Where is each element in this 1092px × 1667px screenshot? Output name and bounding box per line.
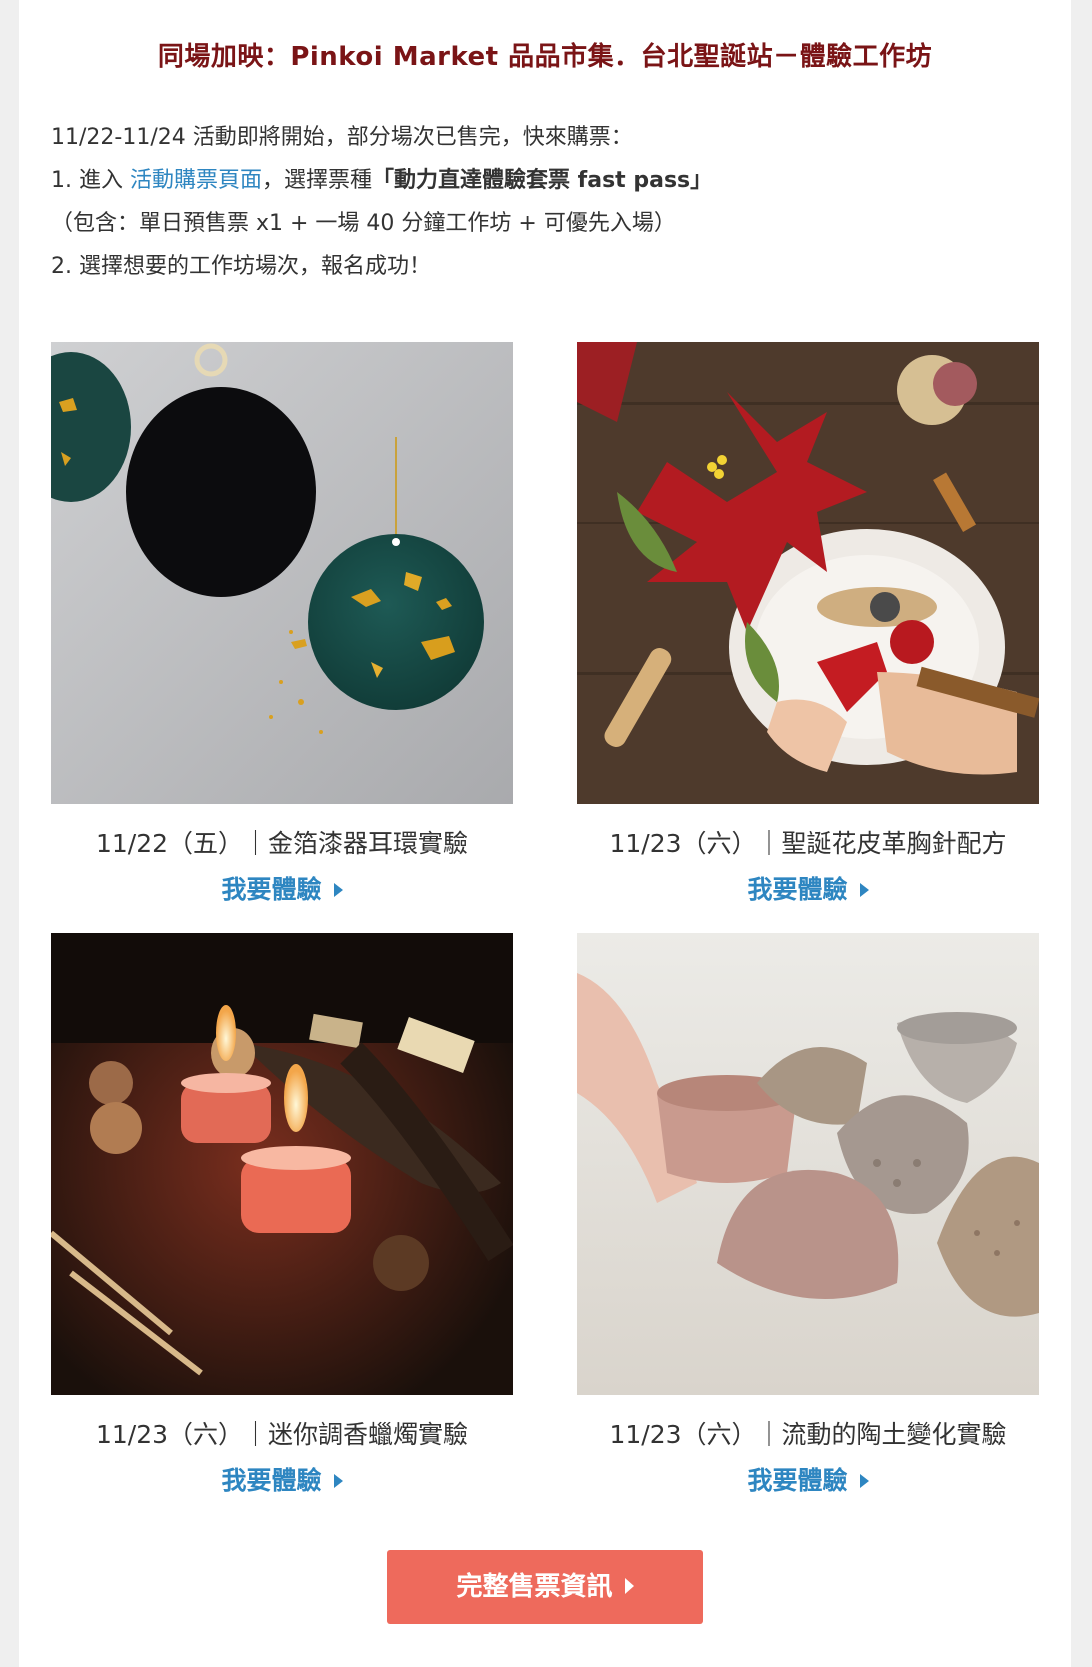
candles-image bbox=[51, 933, 513, 1395]
caret-right-icon bbox=[624, 1578, 634, 1594]
join-workshop-label: 我要體驗 bbox=[221, 1466, 322, 1495]
caret-right-icon bbox=[859, 1474, 869, 1488]
join-workshop-label: 我要體驗 bbox=[747, 1466, 848, 1495]
workshop-card-candles: 11/23（六）｜迷你調香蠟燭實驗 我要體驗 bbox=[51, 933, 513, 1497]
workshop-card-earrings: 11/22（五）｜金箔漆器耳環實驗 我要體驗 bbox=[51, 342, 513, 906]
intro-line-2: 1. 進入 活動購票頁面，選擇票種「動力直達體驗套票 fast pass」 bbox=[51, 159, 1041, 202]
section-heading: 同場加映：Pinkoi Market 品品市集．台北聖誕站－體驗工作坊 bbox=[157, 42, 933, 72]
caret-right-icon bbox=[859, 883, 869, 897]
full-ticket-info-label: 完整售票資訊 bbox=[456, 1572, 613, 1602]
join-workshop-link[interactable]: 我要體驗 bbox=[577, 870, 1039, 906]
join-workshop-link[interactable]: 我要體驗 bbox=[51, 1461, 513, 1497]
join-workshop-link[interactable]: 我要體驗 bbox=[577, 1461, 1039, 1497]
ticket-page-link[interactable]: 活動購票頁面 bbox=[130, 168, 262, 193]
workshop-card-pottery: 11/23（六）｜流動的陶土變化實驗 我要體驗 bbox=[577, 933, 1039, 1497]
intro-line-3: （包含：單日預售票 x1 + 一場 40 分鐘工作坊 + 可優先入場） bbox=[51, 211, 676, 236]
intro-text: 11/22-11/24 活動即將開始，部分場次已售完，快來購票： 1. 進入 活… bbox=[51, 116, 1041, 288]
full-ticket-info-button[interactable]: 完整售票資訊 bbox=[387, 1550, 703, 1624]
pottery-image bbox=[577, 933, 1039, 1395]
brooch-image bbox=[577, 342, 1039, 804]
ticket-type-name: 「動力直達體驗套票 fast pass」 bbox=[372, 168, 713, 193]
workshop-card-brooch: 11/23（六）｜聖誕花皮革胸針配方 我要體驗 bbox=[577, 342, 1039, 906]
pottery-photo[interactable] bbox=[577, 933, 1039, 1395]
intro-line-4: 2. 選擇想要的工作坊場次，報名成功！ bbox=[51, 254, 431, 279]
brooch-photo[interactable] bbox=[577, 342, 1039, 804]
candles-photo[interactable] bbox=[51, 933, 513, 1395]
earrings-image bbox=[51, 342, 513, 804]
workshop-title: 11/23（六）｜流動的陶土變化實驗 bbox=[609, 1420, 1007, 1449]
caret-right-icon bbox=[333, 1474, 343, 1488]
join-workshop-label: 我要體驗 bbox=[747, 875, 848, 904]
intro-line-2-middle: ，選擇票種 bbox=[262, 168, 373, 193]
earrings-photo[interactable] bbox=[51, 342, 513, 804]
email-content: 同場加映：Pinkoi Market 品品市集．台北聖誕站－體驗工作坊 11/2… bbox=[19, 0, 1071, 1667]
workshop-title: 11/23（六）｜迷你調香蠟燭實驗 bbox=[95, 1420, 469, 1449]
intro-line-2-prefix: 1. 進入 bbox=[51, 168, 130, 193]
workshop-title: 11/22（五）｜金箔漆器耳環實驗 bbox=[95, 829, 469, 858]
intro-line-1: 11/22-11/24 活動即將開始，部分場次已售完，快來購票： bbox=[51, 125, 633, 150]
workshop-title: 11/23（六）｜聖誕花皮革胸針配方 bbox=[609, 829, 1007, 858]
join-workshop-link[interactable]: 我要體驗 bbox=[51, 870, 513, 906]
join-workshop-label: 我要體驗 bbox=[221, 875, 322, 904]
caret-right-icon bbox=[333, 883, 343, 897]
